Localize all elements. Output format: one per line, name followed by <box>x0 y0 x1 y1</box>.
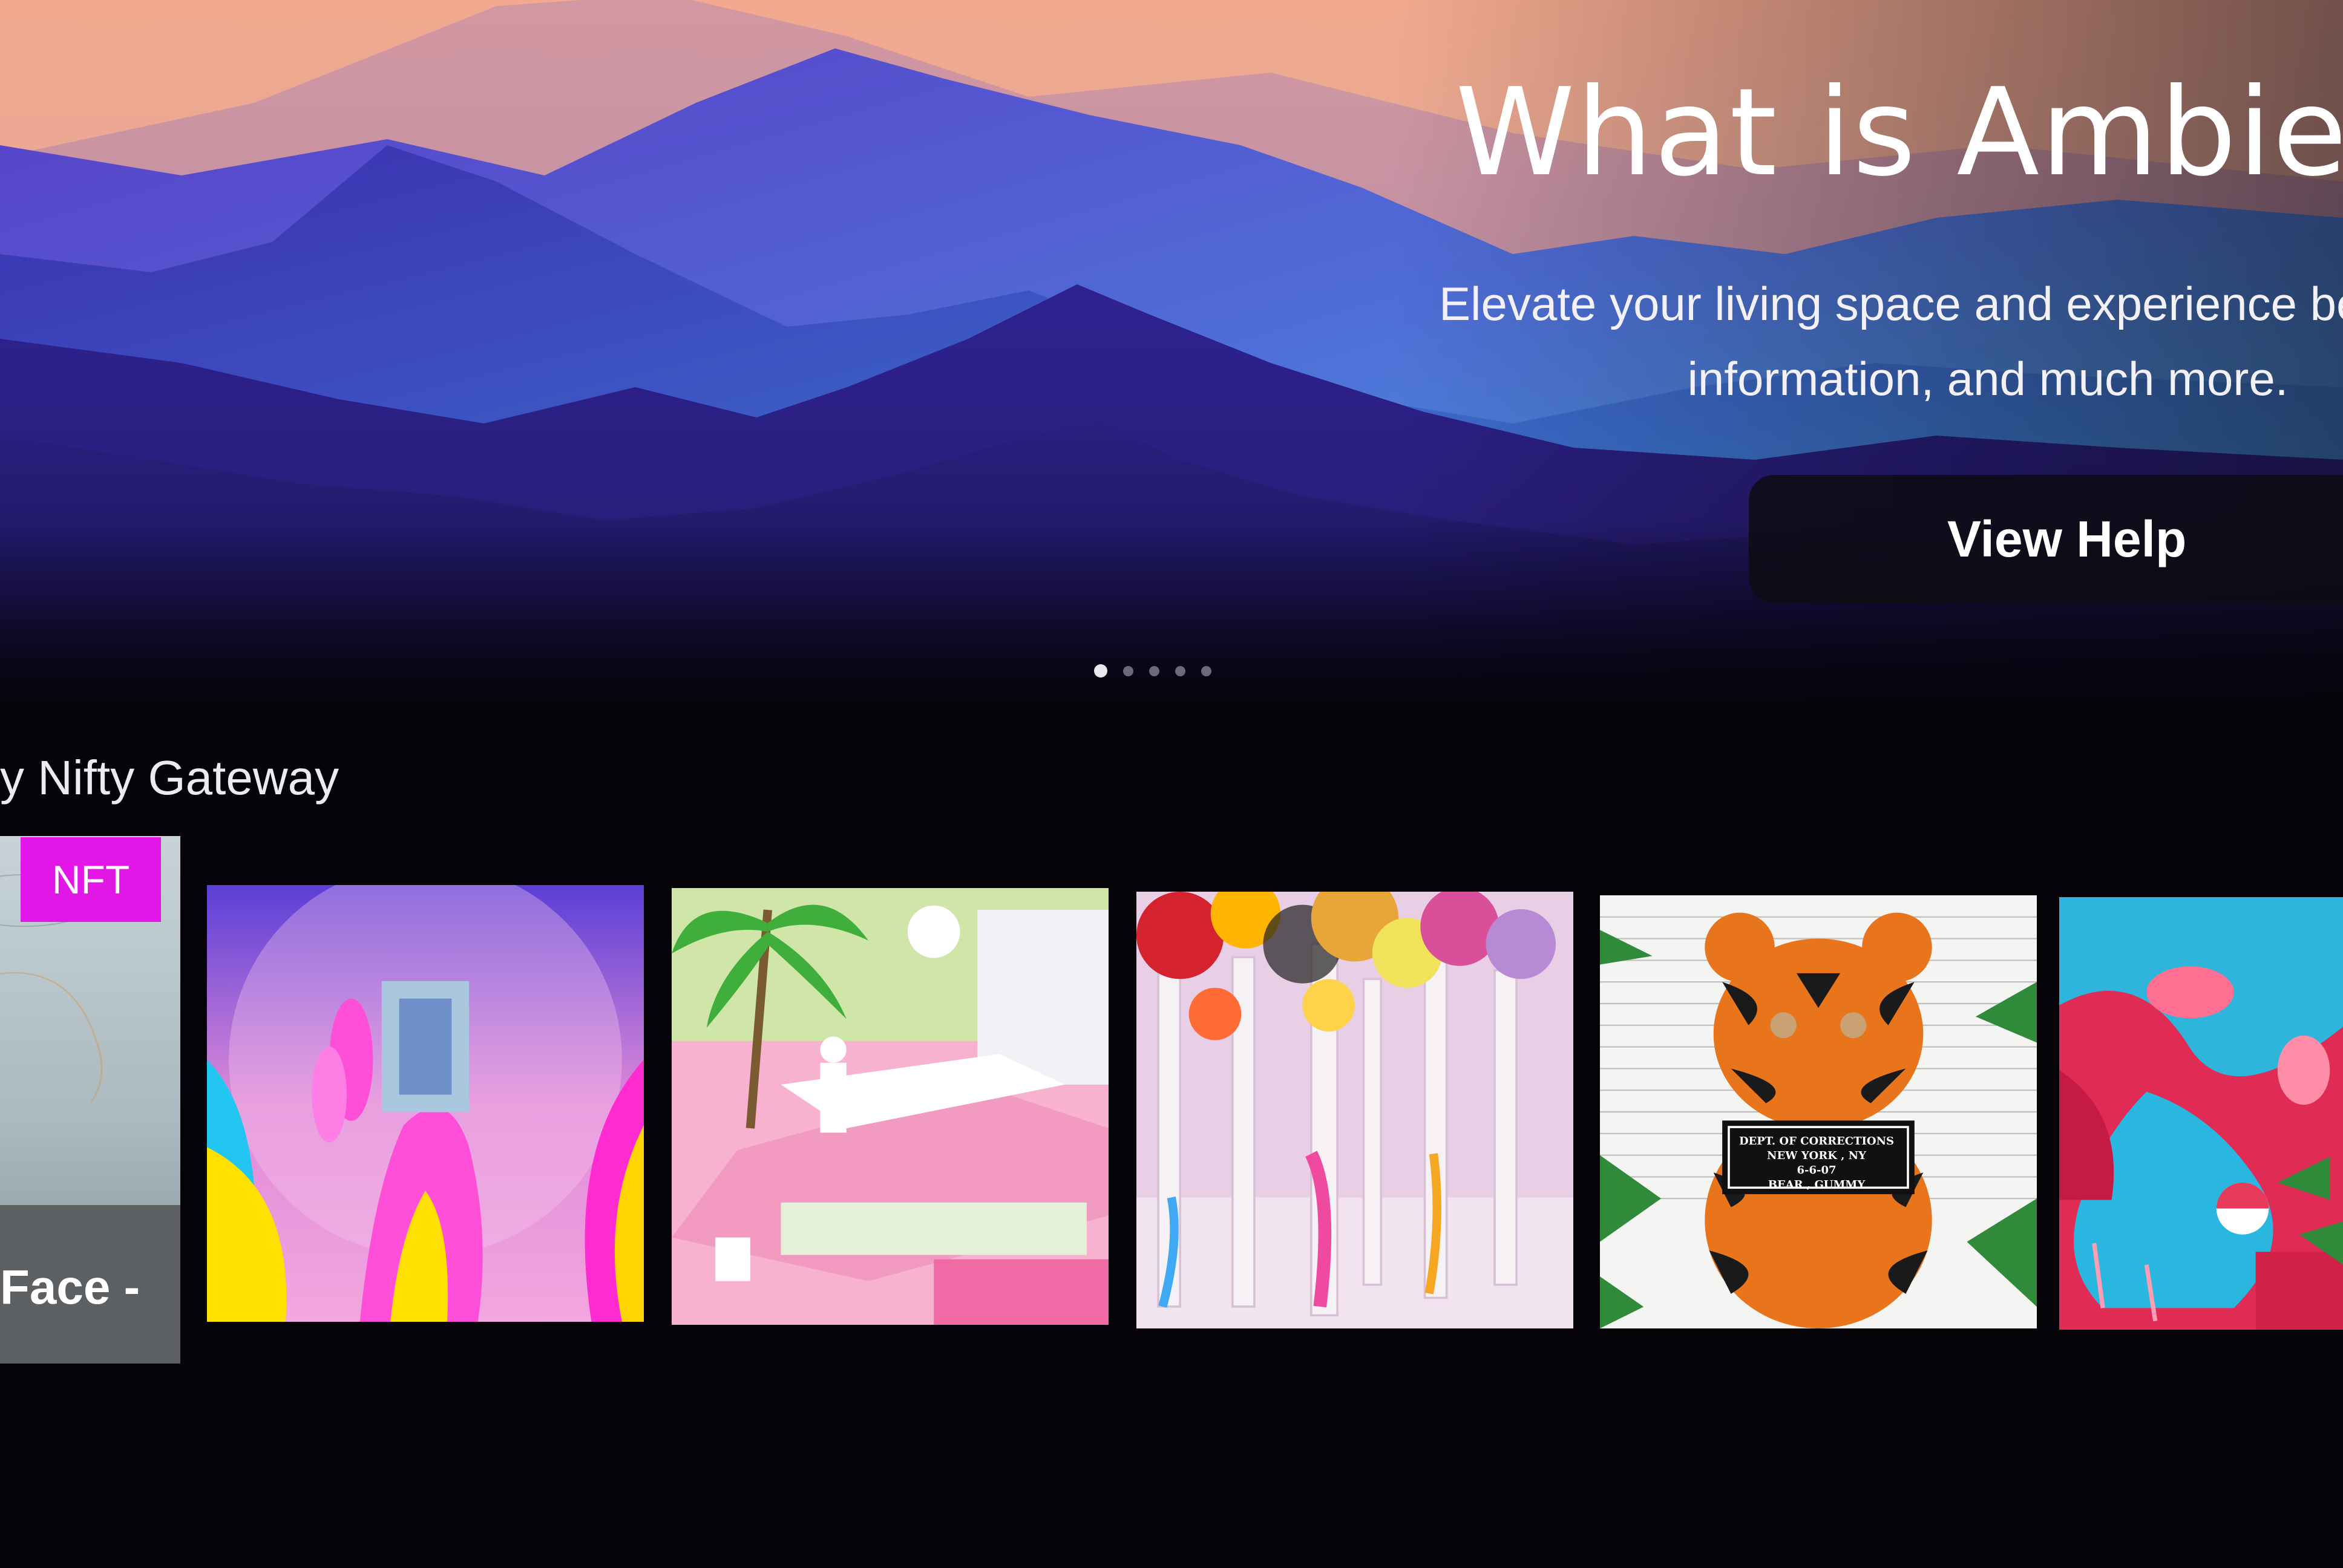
mugshot-sign-line-1: DEPT. OF CORRECTIONS <box>1738 1134 1895 1148</box>
artwork-tile-5[interactable] <box>2059 897 2343 1330</box>
neon-hand-art-image <box>207 885 644 1322</box>
hero-title: What is Ambient M <box>1455 62 2343 203</box>
pink-flamingo-garden-art-image <box>672 888 1109 1325</box>
hero-description-line-2: information, and much more. <box>1687 352 2289 405</box>
featured-nft-caption: Face - <box>0 1260 140 1314</box>
mugshot-sign: DEPT. OF CORRECTIONS NEW YORK , NY 6-6-0… <box>1726 1131 1907 1195</box>
ambient-mode-screen: What is Ambient M Elevate your living sp… <box>0 0 2343 1568</box>
carousel-dot-5[interactable] <box>1201 665 1211 676</box>
view-help-button[interactable]: View Help <box>1749 475 2343 603</box>
carousel-dot-1[interactable] <box>1094 664 1107 678</box>
carousel-dot-4[interactable] <box>1175 665 1185 676</box>
carousel-dot-3[interactable] <box>1149 665 1159 676</box>
artwork-tile-2[interactable] <box>672 888 1109 1325</box>
mugshot-sign-line-3: 6-6-07 <box>1797 1163 1837 1177</box>
nft-badge: NFT <box>21 837 161 922</box>
artwork-tile-3[interactable] <box>1136 892 1573 1328</box>
mugshot-sign-line-4: BEAR , GUMMY <box>1768 1178 1866 1191</box>
artwork-tile-4[interactable]: DEPT. OF CORRECTIONS NEW YORK , NY 6-6-0… <box>1600 895 2037 1328</box>
flamingo-pool-art-image <box>2059 897 2343 1330</box>
section-title: y Nifty Gateway <box>0 751 339 805</box>
hero-description: Elevate your living space and experience… <box>1431 266 2343 416</box>
artwork-tile-1[interactable] <box>207 885 644 1322</box>
hero-description-line-1: Elevate your living space and experience… <box>1439 277 2343 330</box>
carousel-indicator <box>1094 664 1211 678</box>
hero-banner: What is Ambient M Elevate your living sp… <box>0 0 2343 720</box>
tiger-gummy-bear-mugshot-art-image <box>1600 895 2037 1328</box>
painted-trees-art-image <box>1136 892 1573 1328</box>
carousel-dot-2[interactable] <box>1123 665 1133 676</box>
mugshot-sign-line-2: NEW YORK , NY <box>1767 1149 1866 1162</box>
